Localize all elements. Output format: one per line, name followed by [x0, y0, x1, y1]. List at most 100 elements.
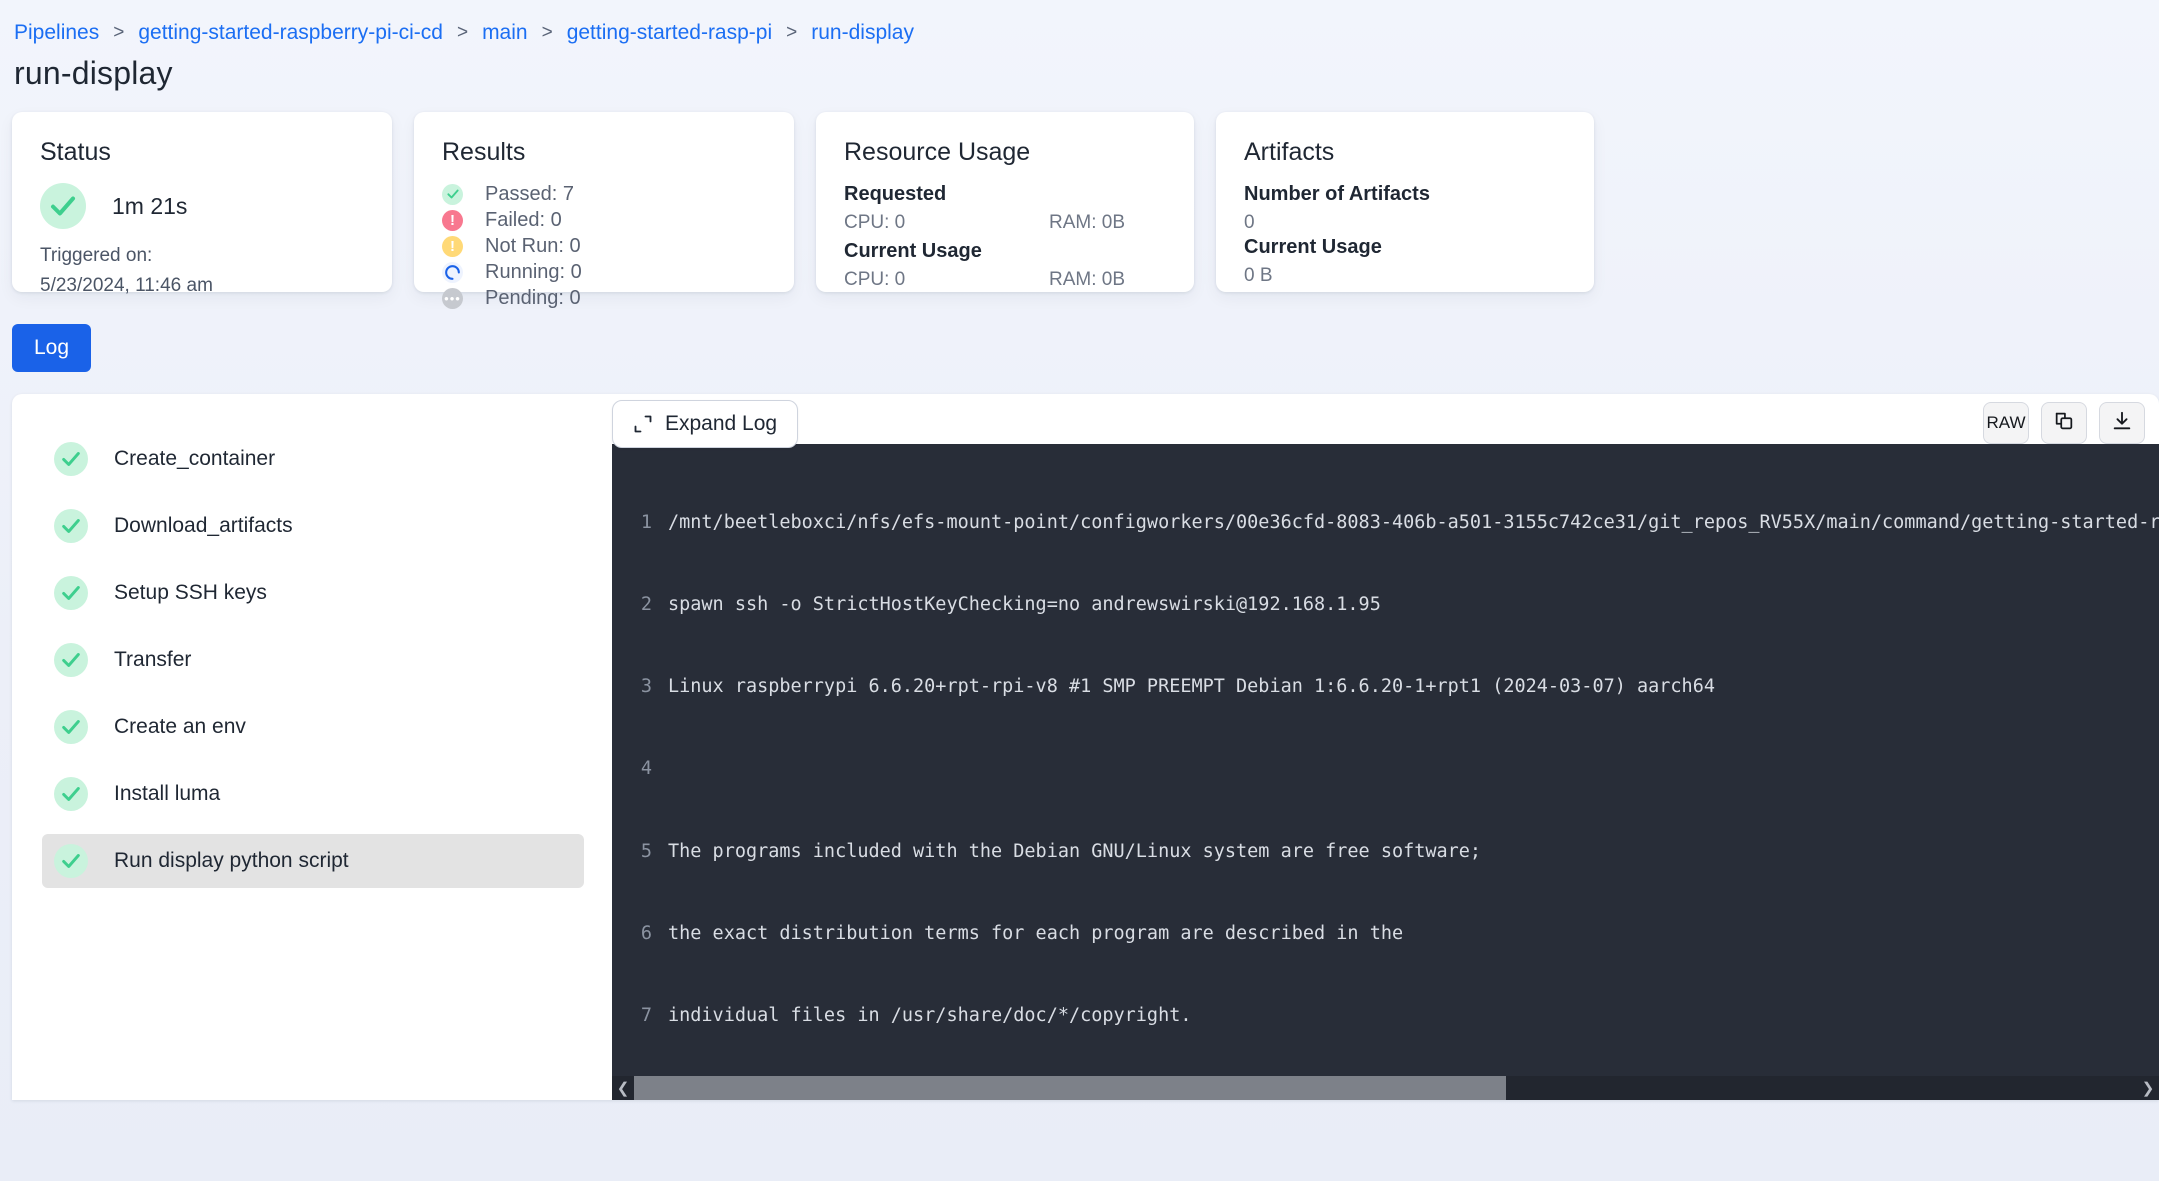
tab-log[interactable]: Log: [12, 324, 92, 372]
line-text: individual files in /usr/share/doc/*/cop…: [668, 1005, 1192, 1027]
breadcrumb-item-run[interactable]: run-display: [811, 22, 914, 43]
scrollbar-track[interactable]: [634, 1076, 2137, 1100]
expand-log-button[interactable]: Expand Log: [612, 400, 799, 448]
breadcrumb-item-pipeline[interactable]: getting-started-rasp-pi: [567, 22, 772, 43]
tab-bar: Log: [0, 292, 2159, 372]
step-item-create-container[interactable]: Create_container: [42, 432, 584, 486]
breadcrumb-item-repo[interactable]: getting-started-raspberry-pi-ci-cd: [138, 22, 443, 43]
log-line: 2 spawn ssh -o StrictHostKeyChecking=no a…: [612, 591, 2159, 618]
log-line: 4: [612, 755, 2159, 782]
copy-icon: [2053, 410, 2075, 437]
step-item-install-luma[interactable]: Install luma: [42, 767, 584, 821]
resource-usage-card: Resource Usage Requested CPU: 0 RAM: 0B …: [816, 112, 1194, 292]
line-number: 7: [640, 1005, 652, 1027]
step-item-setup-ssh-keys[interactable]: Setup SSH keys: [42, 566, 584, 620]
log-line: 6 the exact distribution terms for each p…: [612, 920, 2159, 947]
line-text: /mnt/beetleboxci/nfs/efs-mount-point/con…: [668, 511, 2159, 533]
check-circle-icon: [442, 183, 463, 205]
triggered-on-value: 5/23/2024, 11:46 am: [40, 275, 213, 296]
log-tools: RAW: [1983, 402, 2145, 444]
status-duration: 1m 21s: [112, 192, 188, 219]
check-circle-icon: [54, 777, 88, 811]
check-circle-icon: [54, 576, 88, 610]
result-label-pending: Pending: 0: [485, 286, 581, 309]
step-item-transfer[interactable]: Transfer: [42, 633, 584, 687]
result-label-passed: Passed: 7: [485, 182, 574, 205]
log-line: 3 Linux raspberrypi 6.6.20+rpt-rpi-v8 #1 …: [612, 673, 2159, 700]
current-usage-label: Current Usage: [844, 240, 982, 262]
scroll-left-icon[interactable]: ❮: [612, 1079, 634, 1097]
result-row-failed: ! Failed: 0: [442, 209, 766, 231]
line-number: 4: [640, 758, 652, 780]
step-item-download-artifacts[interactable]: Download_artifacts: [42, 499, 584, 553]
results-card-title: Results: [442, 138, 526, 166]
download-icon: [2111, 410, 2133, 437]
error-circle-icon: !: [442, 209, 463, 231]
artifacts-card-title: Artifacts: [1244, 138, 1335, 166]
step-item-run-display-python-script[interactable]: Run display python script: [42, 834, 584, 888]
log-line: 5 The programs included with the Debian G…: [612, 838, 2159, 865]
status-card-title: Status: [40, 138, 111, 166]
artifacts-count-value: 0: [1244, 212, 1255, 233]
current-ram: RAM: 0B: [1049, 269, 1126, 290]
log-panel: Create_container Download_artifacts Setu…: [12, 394, 2159, 1100]
check-circle-icon: [40, 183, 86, 229]
breadcrumb-item-pipelines[interactable]: Pipelines: [14, 22, 99, 43]
scroll-right-icon[interactable]: ❯: [2137, 1079, 2159, 1097]
line-number: 1: [640, 511, 652, 533]
breadcrumb-separator: >: [113, 22, 125, 43]
breadcrumb: Pipelines > getting-started-raspberry-pi…: [0, 0, 2159, 43]
line-number: 2: [640, 594, 652, 616]
result-label-running: Running: 0: [485, 260, 582, 283]
download-button[interactable]: [2099, 402, 2145, 444]
requested-values: CPU: 0 RAM: 0B: [844, 212, 1166, 234]
result-row-running: Running: 0: [442, 261, 766, 283]
step-item-create-an-env[interactable]: Create an env: [42, 700, 584, 754]
log-console[interactable]: 1/mnt/beetleboxci/nfs/efs-mount-point/co…: [612, 444, 2159, 1100]
line-number: 3: [640, 676, 652, 698]
result-row-pending: ••• Pending: 0: [442, 287, 766, 309]
line-number: 5: [640, 840, 652, 862]
status-card: Status 1m 21s Triggered on: 5/23/2024, 1…: [12, 112, 392, 296]
step-label: Transfer: [114, 648, 192, 671]
step-label: Create_container: [114, 447, 276, 470]
step-label: Run display python script: [114, 849, 349, 872]
artifacts-current-label: Current Usage: [1244, 236, 1382, 258]
results-list: Passed: 7 ! Failed: 0 ! Not Run: 0 Runni…: [442, 183, 766, 309]
check-circle-icon: [54, 643, 88, 677]
check-circle-icon: [54, 442, 88, 476]
warning-circle-icon: !: [442, 235, 463, 257]
copy-button[interactable]: [2041, 402, 2087, 444]
line-text: spawn ssh -o StrictHostKeyChecking=no an…: [668, 594, 1381, 616]
spinner-icon: [442, 261, 463, 283]
line-text: the exact distribution terms for each pr…: [668, 922, 1404, 944]
steps-list: Create_container Download_artifacts Setu…: [12, 394, 612, 1100]
breadcrumb-separator: >: [456, 22, 469, 43]
scrollbar-thumb[interactable]: [634, 1076, 1506, 1100]
expand-icon: [633, 414, 653, 434]
artifacts-current-value: 0 B: [1244, 265, 1273, 286]
results-card: Results Passed: 7 ! Failed: 0 ! Not Run:…: [414, 112, 794, 309]
breadcrumb-separator: >: [541, 22, 553, 43]
requested-cpu: CPU: 0: [844, 212, 906, 233]
triggered-on-label: Triggered on:: [40, 245, 153, 266]
current-values: CPU: 0 RAM: 0B: [844, 269, 1166, 291]
line-text: Linux raspberrypi 6.6.20+rpt-rpi-v8 #1 S…: [668, 676, 1715, 698]
result-label-notrun: Not Run: 0: [485, 234, 581, 257]
step-label: Setup SSH keys: [114, 581, 267, 604]
result-label-failed: Failed: 0: [485, 208, 562, 231]
step-label: Install luma: [114, 782, 221, 805]
artifacts-count-label: Number of Artifacts: [1244, 183, 1430, 205]
breadcrumb-item-branch[interactable]: main: [482, 22, 528, 43]
log-horizontal-scrollbar[interactable]: ❮ ❯: [612, 1076, 2159, 1100]
page-root: Pipelines > getting-started-raspberry-pi…: [0, 0, 2159, 1181]
check-circle-icon: [54, 710, 88, 744]
breadcrumb-separator: >: [786, 22, 798, 43]
raw-button[interactable]: RAW: [1983, 402, 2029, 444]
summary-cards: Status 1m 21s Triggered on: 5/23/2024, 1…: [0, 92, 2159, 309]
expand-log-label: Expand Log: [665, 412, 778, 435]
artifacts-card: Artifacts Number of Artifacts 0 Current …: [1216, 112, 1594, 292]
check-circle-icon: [54, 844, 88, 878]
log-line: 7 individual files in /usr/share/doc/*/co…: [612, 1002, 2159, 1029]
log-viewer: Expand Log RAW 1 /mnt/beetleboxci/nfs/ef…: [612, 394, 2159, 1100]
